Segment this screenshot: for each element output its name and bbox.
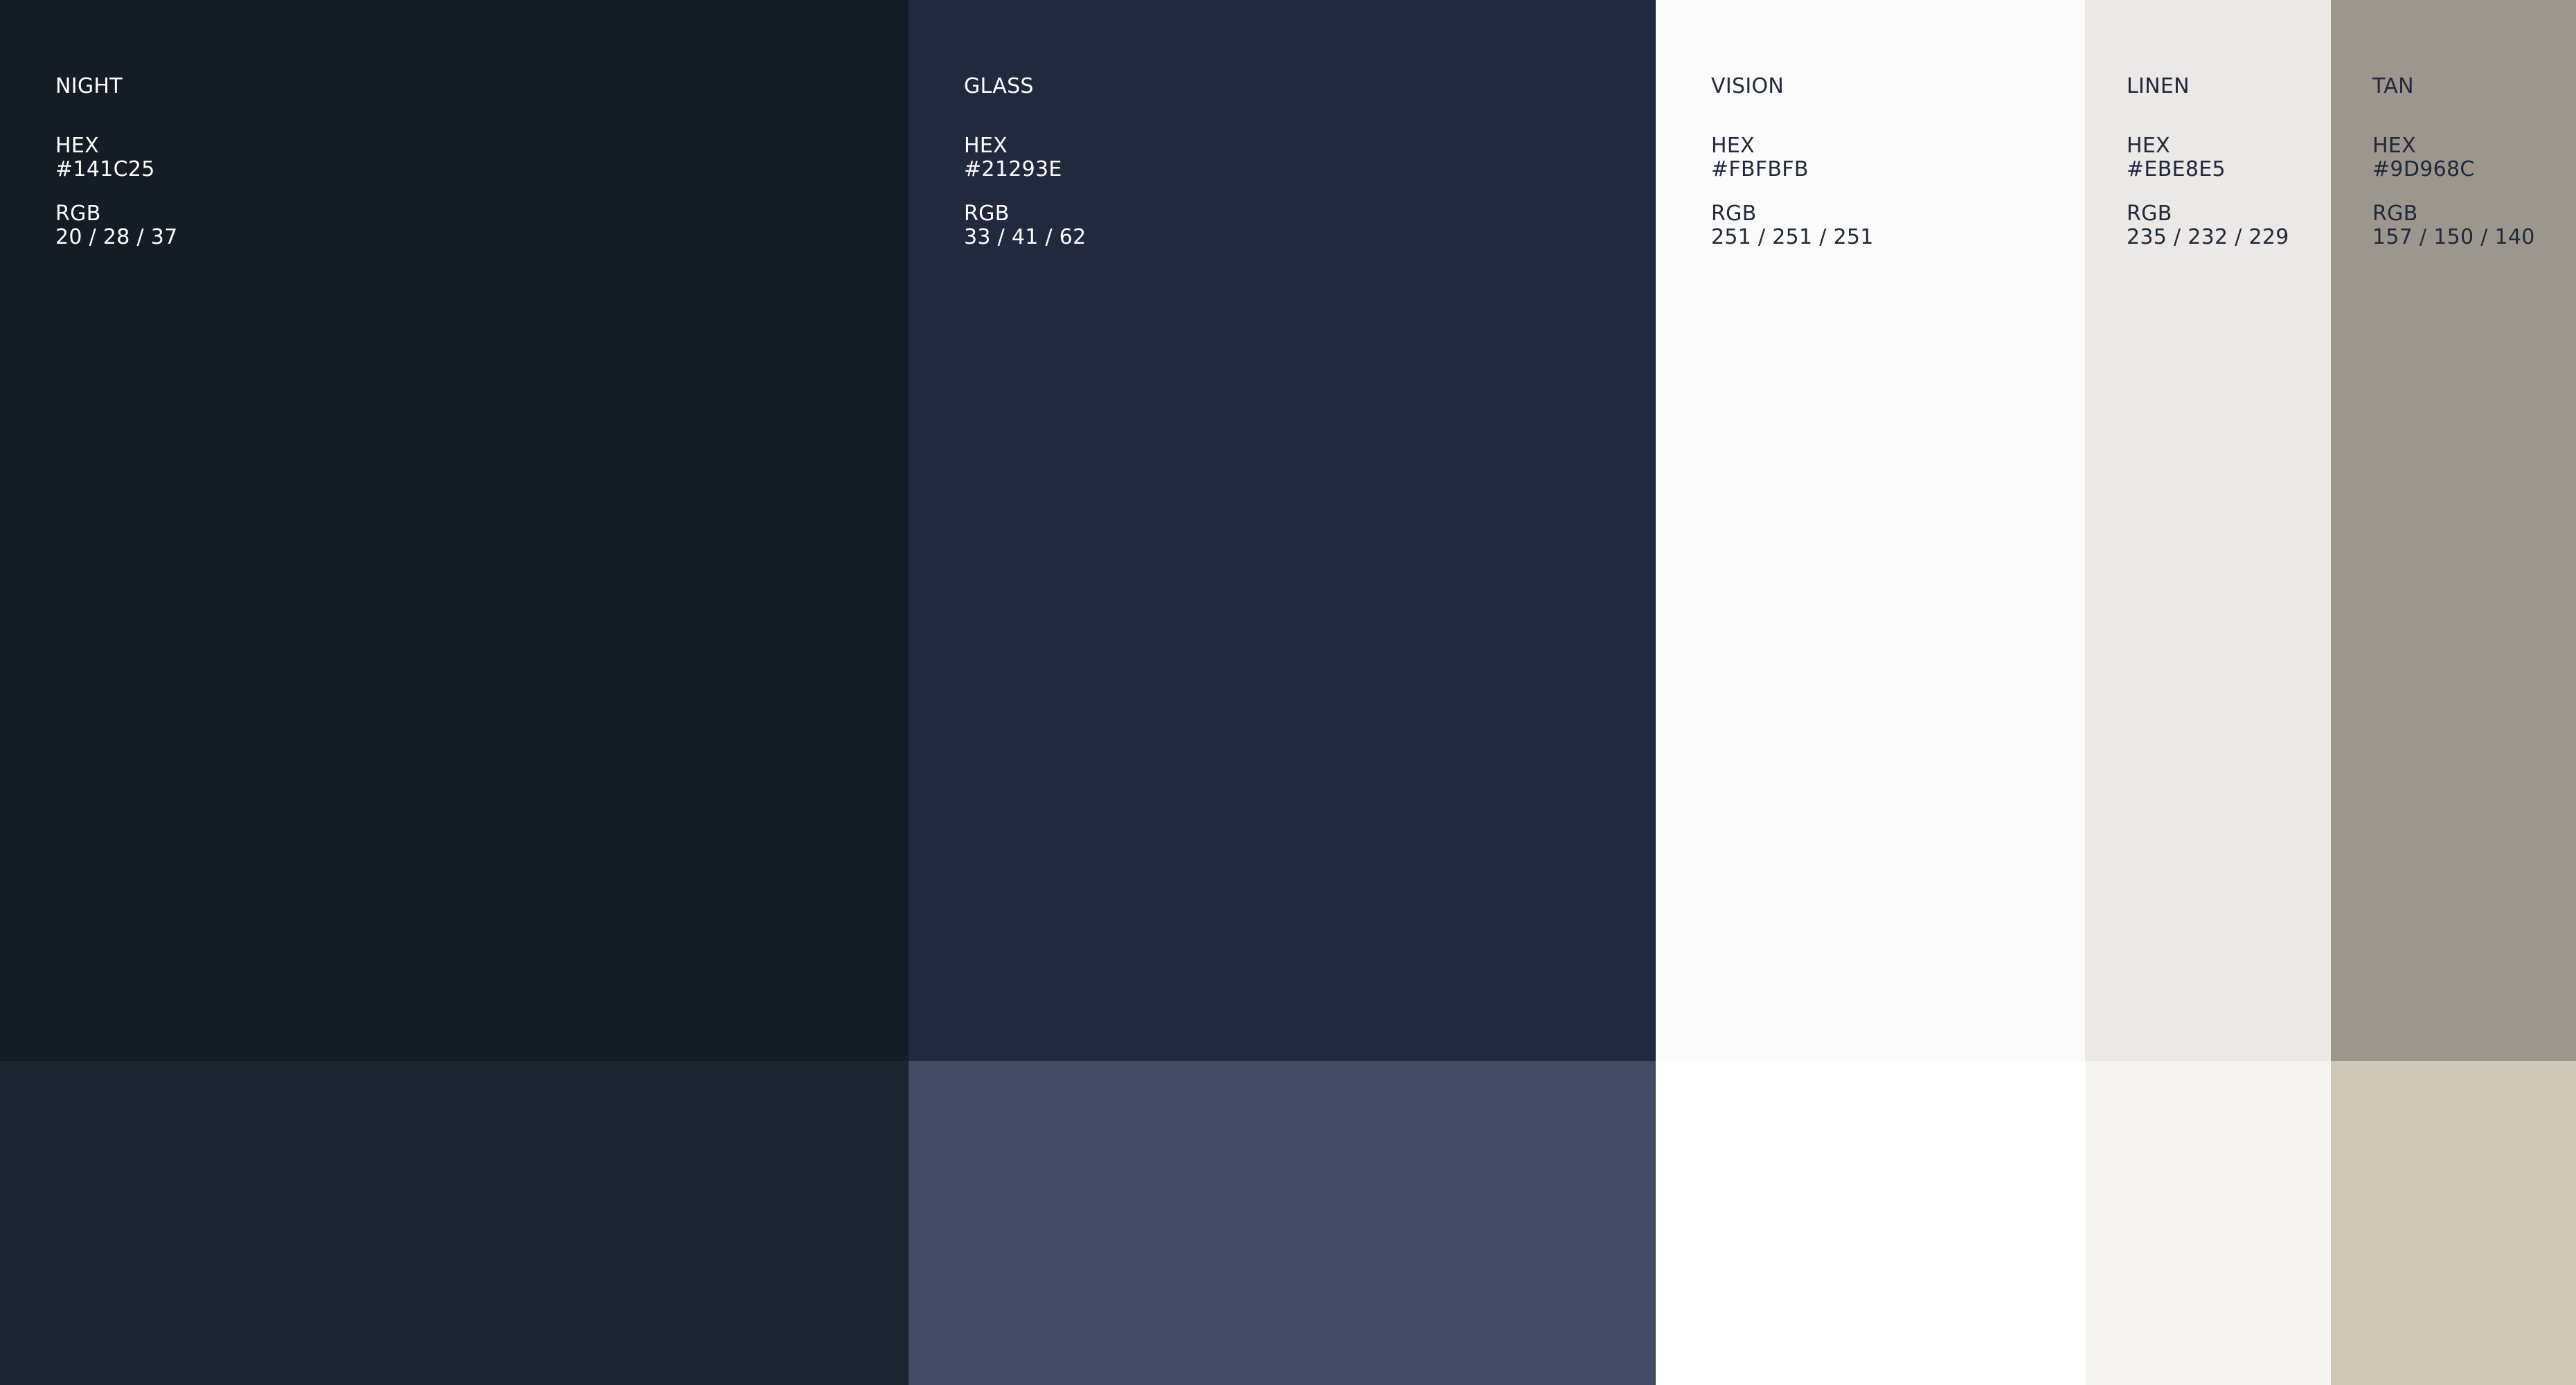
swatch-linen-secondary: [2085, 1061, 2331, 1385]
swatch-night: NIGHT HEX #141C25 RGB 20 / 28 / 37: [0, 0, 909, 1385]
swatch-tan-secondary: [2331, 1061, 2576, 1385]
color-name: NIGHT: [55, 74, 123, 98]
hex-label: HEX: [55, 134, 99, 158]
color-palette: NIGHT HEX #141C25 RGB 20 / 28 / 37 GLASS…: [0, 0, 2576, 1385]
hex-value: #EBE8E5: [2127, 157, 2226, 181]
rgb-value: 33 / 41 / 62: [964, 225, 1086, 249]
hex-value: #21293E: [964, 157, 1062, 181]
swatch-vision: VISION HEX #FBFBFB RGB 251 / 251 / 251: [1656, 0, 2085, 1385]
color-name: TAN: [2372, 74, 2414, 98]
rgb-value: 251 / 251 / 251: [1711, 225, 1874, 249]
hex-label: HEX: [2372, 134, 2416, 158]
color-name: VISION: [1711, 74, 1785, 98]
swatch-glass: GLASS HEX #21293E RGB 33 / 41 / 62: [909, 0, 1656, 1385]
rgb-label: RGB: [1711, 202, 1757, 226]
rgb-label: RGB: [55, 202, 101, 226]
swatch-tan-primary: TAN HEX #9D968C RGB 157 / 150 / 140: [2331, 0, 2576, 1061]
hex-value: #141C25: [55, 157, 155, 181]
hex-label: HEX: [2127, 134, 2170, 158]
rgb-value: 157 / 150 / 140: [2372, 225, 2535, 249]
swatch-tan: TAN HEX #9D968C RGB 157 / 150 / 140: [2331, 0, 2576, 1385]
swatch-glass-secondary: [909, 1061, 1656, 1385]
color-name: LINEN: [2127, 74, 2190, 98]
rgb-label: RGB: [964, 202, 1010, 226]
color-name: GLASS: [964, 74, 1034, 98]
swatch-night-secondary: [0, 1061, 909, 1385]
swatch-glass-info: GLASS HEX #21293E RGB 33 / 41 / 62: [964, 75, 1086, 270]
swatch-linen-info: LINEN HEX #EBE8E5 RGB 235 / 232 / 229: [2127, 75, 2289, 270]
hex-value: #9D968C: [2372, 157, 2475, 181]
hex-label: HEX: [1711, 134, 1755, 158]
swatch-vision-info: VISION HEX #FBFBFB RGB 251 / 251 / 251: [1711, 75, 1874, 270]
rgb-value: 235 / 232 / 229: [2127, 225, 2289, 249]
swatch-night-info: NIGHT HEX #141C25 RGB 20 / 28 / 37: [55, 75, 177, 270]
swatch-linen-primary: LINEN HEX #EBE8E5 RGB 235 / 232 / 229: [2085, 0, 2331, 1061]
swatch-glass-primary: GLASS HEX #21293E RGB 33 / 41 / 62: [909, 0, 1656, 1061]
swatch-night-primary: NIGHT HEX #141C25 RGB 20 / 28 / 37: [0, 0, 909, 1061]
swatch-vision-primary: VISION HEX #FBFBFB RGB 251 / 251 / 251: [1656, 0, 2085, 1061]
swatch-tan-info: TAN HEX #9D968C RGB 157 / 150 / 140: [2372, 75, 2535, 270]
rgb-value: 20 / 28 / 37: [55, 225, 178, 249]
rgb-label: RGB: [2127, 202, 2172, 226]
hex-value: #FBFBFB: [1711, 157, 1809, 181]
swatch-linen: LINEN HEX #EBE8E5 RGB 235 / 232 / 229: [2085, 0, 2331, 1385]
hex-label: HEX: [964, 134, 1008, 158]
rgb-label: RGB: [2372, 202, 2418, 226]
swatch-vision-secondary: [1656, 1061, 2085, 1385]
